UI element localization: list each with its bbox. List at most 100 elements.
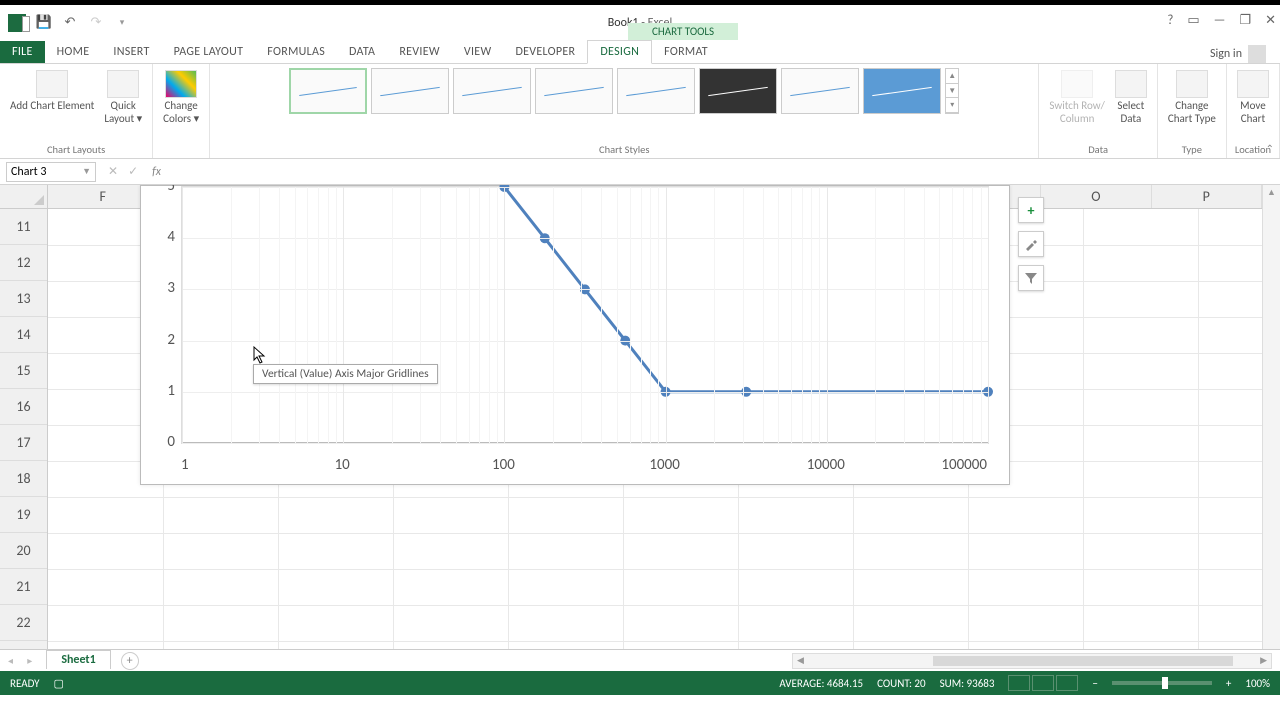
column-header[interactable]: O (1041, 185, 1151, 208)
close-icon[interactable]: ✕ (1265, 13, 1276, 28)
change-chart-type-button[interactable]: ChangeChart Type (1166, 68, 1218, 127)
ribbon-display-icon[interactable]: ▭ (1187, 13, 1199, 28)
undo-icon[interactable]: ↶ (62, 15, 78, 31)
tab-file[interactable]: FILE (0, 41, 45, 63)
row-header[interactable]: 15 (0, 353, 47, 389)
formula-input[interactable] (167, 162, 1280, 182)
chart-styles-button[interactable] (1018, 231, 1044, 257)
change-colors-button[interactable]: ChangeColors ▾ (161, 68, 201, 127)
tab-page-layout[interactable]: PAGE LAYOUT (162, 41, 256, 63)
new-sheet-button[interactable]: + (121, 652, 139, 670)
worksheet-grid[interactable]: FGHIJKLMNOP 111213141516171819202122 012… (0, 185, 1280, 649)
ribbon: Add Chart Element QuickLayout ▾ Chart La… (0, 64, 1280, 159)
collapse-ribbon-icon[interactable]: ⌃ (1266, 142, 1274, 155)
chart-floating-buttons: + (1018, 197, 1044, 291)
name-box[interactable]: Chart 3▼ (6, 162, 96, 182)
x-tick-label: 100000 (941, 456, 987, 474)
chart-style-thumb[interactable] (863, 68, 941, 114)
tab-formulas[interactable]: FORMULAS (255, 41, 337, 63)
row-header[interactable]: 21 (0, 569, 47, 605)
quick-layout-button[interactable]: QuickLayout ▾ (102, 68, 144, 127)
zoom-slider[interactable] (1112, 681, 1212, 685)
chart-style-thumb[interactable] (453, 68, 531, 114)
status-ready: READY (10, 677, 40, 690)
vertical-scrollbar[interactable] (1262, 185, 1280, 649)
select-data-icon (1115, 70, 1147, 98)
zoom-out-button[interactable]: − (1092, 677, 1097, 690)
add-chart-element-icon (36, 70, 68, 98)
tab-developer[interactable]: DEVELOPER (503, 41, 587, 63)
row-header[interactable]: 20 (0, 533, 47, 569)
sheet-tab-active[interactable]: Sheet1 (46, 650, 110, 669)
add-chart-element-button[interactable]: Add Chart Element (8, 68, 96, 115)
redo-icon[interactable]: ↷ (88, 15, 104, 31)
row-header[interactable]: 13 (0, 281, 47, 317)
row-header[interactable]: 16 (0, 389, 47, 425)
sheet-tab-bar: ◂ ▸ Sheet1 + ◀▶ (0, 649, 1280, 671)
zoom-in-button[interactable]: + (1226, 677, 1231, 690)
y-tick-label: 0 (167, 433, 175, 451)
tab-review[interactable]: REVIEW (387, 41, 452, 63)
horizontal-scrollbar[interactable]: ◀▶ (792, 653, 1272, 669)
tab-view[interactable]: VIEW (452, 41, 504, 63)
row-header[interactable]: 12 (0, 245, 47, 281)
row-header[interactable]: 17 (0, 425, 47, 461)
row-header[interactable]: 19 (0, 497, 47, 533)
select-data-button[interactable]: SelectData (1113, 68, 1149, 127)
formula-bar: Chart 3▼ ✕ ✓ fx (0, 159, 1280, 185)
ribbon-tabs: FILE HOME INSERT PAGE LAYOUT FORMULAS DA… (0, 40, 1280, 64)
chart-style-thumb[interactable] (617, 68, 695, 114)
chart-series[interactable] (182, 187, 988, 443)
row-header[interactable]: 14 (0, 317, 47, 353)
chart-style-thumb[interactable] (699, 68, 777, 114)
restore-icon[interactable]: ❐ (1239, 13, 1251, 28)
column-header[interactable]: P (1152, 185, 1262, 208)
zoom-level[interactable]: 100% (1245, 677, 1270, 690)
chart-filter-button[interactable] (1018, 265, 1044, 291)
tab-format[interactable]: FORMAT (652, 41, 720, 63)
sheet-nav-buttons[interactable]: ◂ ▸ (0, 654, 46, 667)
save-icon[interactable]: 💾 (36, 15, 52, 31)
row-header[interactable]: 18 (0, 461, 47, 497)
chart-element-tooltip: Vertical (Value) Axis Major Gridlines (253, 364, 438, 384)
row-header[interactable]: 22 (0, 605, 47, 641)
row-header[interactable]: 11 (0, 209, 47, 245)
group-label-type: Type (1182, 143, 1202, 156)
row-headers[interactable]: 111213141516171819202122 (0, 209, 48, 649)
fx-icon[interactable]: fx (146, 165, 167, 179)
cancel-formula-icon: ✕ (108, 164, 118, 179)
group-label-data: Data (1088, 143, 1108, 156)
tab-home[interactable]: HOME (45, 41, 102, 63)
title-bar: 💾 ↶ ↷ ▾ Book1 - Excel CHART TOOLS ? ▭ — … (0, 0, 1280, 40)
y-axis-ticks: 012345 (155, 186, 179, 444)
chart-elements-button[interactable]: + (1018, 197, 1044, 223)
chart-styles-gallery[interactable]: ▲▼▾ (289, 68, 959, 114)
y-tick-label: 3 (167, 279, 175, 297)
plot-area[interactable] (181, 186, 989, 444)
help-icon[interactable]: ? (1167, 13, 1173, 28)
chevron-down-icon[interactable]: ▼ (82, 166, 91, 177)
chart-style-thumb[interactable] (781, 68, 859, 114)
x-tick-label: 10000 (807, 456, 845, 474)
quick-access-toolbar: 💾 ↶ ↷ ▾ (0, 14, 130, 32)
macro-record-icon[interactable]: ▢ (54, 677, 64, 690)
tab-data[interactable]: DATA (337, 41, 387, 63)
tab-design[interactable]: DESIGN (587, 40, 652, 64)
gallery-scroll[interactable]: ▲▼▾ (945, 68, 959, 114)
select-all-button[interactable] (0, 185, 48, 209)
avatar-icon (1248, 45, 1266, 63)
change-chart-type-icon (1176, 70, 1208, 98)
customize-qat-icon[interactable]: ▾ (114, 15, 130, 31)
chart-style-thumb[interactable] (289, 68, 367, 114)
chart-style-thumb[interactable] (535, 68, 613, 114)
status-count: COUNT: 20 (877, 677, 925, 690)
x-tick-label: 10 (335, 456, 350, 474)
embedded-chart[interactable]: 012345 110100100010000100000 Vertical (V… (140, 185, 1010, 485)
x-tick-label: 100 (492, 456, 515, 474)
chart-style-thumb[interactable] (371, 68, 449, 114)
view-mode-buttons[interactable] (1008, 675, 1078, 691)
minimize-icon[interactable]: — (1214, 13, 1226, 28)
tab-insert[interactable]: INSERT (101, 41, 161, 63)
sign-in-link[interactable]: Sign in (1210, 45, 1280, 63)
move-chart-button[interactable]: MoveChart (1235, 68, 1271, 127)
